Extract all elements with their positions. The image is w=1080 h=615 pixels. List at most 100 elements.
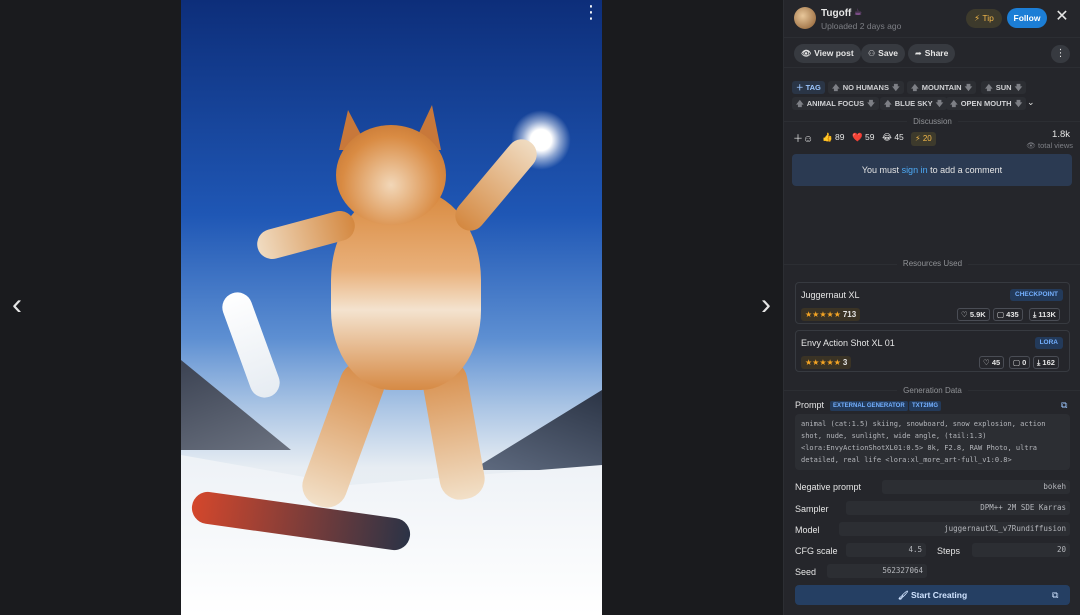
start-creating-label: Start Creating	[910, 590, 968, 600]
username[interactable]: Tugoff	[821, 8, 851, 19]
image-cat-head	[336, 125, 446, 225]
tag-label: open mouth	[960, 99, 1012, 108]
resource-type-badge: CHECKPOINT	[1010, 289, 1063, 301]
heart-outline-icon: ♡	[961, 310, 970, 319]
share-icon: ➦	[915, 49, 922, 58]
tag-item[interactable]: 🡅 blue sky 🡇	[880, 97, 948, 110]
upload-time: Uploaded 2 days ago	[821, 21, 902, 31]
downloads-stat: ⤓ 113K	[1029, 308, 1060, 321]
tag-item[interactable]: 🡅 mountain 🡇	[907, 81, 977, 94]
prompt-text[interactable]: animal (cat:1.5) skiing, snowboard, snow…	[795, 414, 1070, 470]
image-cat-tail	[218, 288, 284, 402]
comments-stat: ▢ 435	[993, 308, 1023, 321]
tag-label: sun	[995, 83, 1012, 92]
upvote-icon[interactable]: 🡅	[985, 83, 993, 92]
likes-stat: ♡ 5.9K	[957, 308, 990, 321]
signin-pre-text: You must	[861, 165, 902, 175]
share-button[interactable]: ➦ Share	[908, 44, 956, 63]
next-image-icon[interactable]: ›	[754, 290, 778, 320]
comment-icon: ▢	[1013, 358, 1023, 367]
downloads-stat: ⤓ 162	[1033, 356, 1059, 369]
close-icon[interactable]: ✕	[1054, 7, 1070, 27]
add-tag-button[interactable]: ＋ TAG	[792, 81, 825, 94]
tag-item[interactable]: 🡅 animal focus 🡇	[792, 97, 879, 110]
image-cat-arm-right	[449, 133, 543, 237]
more-options-icon[interactable]: ⋮	[1051, 45, 1070, 63]
star-icons: ★★★★★	[805, 358, 841, 367]
generation-heading: Generation Data	[784, 386, 1080, 395]
resource-card[interactable]: Juggernaut XL CHECKPOINT ★★★★★ 713 ♡ 5.9K…	[795, 282, 1070, 324]
downvote-icon[interactable]: 🡇	[1015, 99, 1023, 108]
reaction-laugh[interactable]: 😂 45	[882, 132, 904, 143]
sign-in-link[interactable]: sign in	[902, 165, 928, 175]
app-root: ⋮ ‹ › Tugoff ☕ Uploaded 2 days ago ⚡ Tip…	[0, 0, 1080, 615]
image-menu-icon[interactable]: ⋮	[582, 3, 600, 21]
steps-value: 20	[972, 543, 1070, 557]
reaction-heart[interactable]: ❤️ 59	[852, 132, 874, 143]
eye-icon: 👁	[801, 49, 812, 58]
eye-icon: 👁	[1026, 141, 1038, 150]
upvote-icon[interactable]: 🡅	[950, 99, 958, 108]
upvote-icon[interactable]: 🡅	[796, 99, 804, 108]
detail-panel: Tugoff ☕ Uploaded 2 days ago ⚡ Tip Follo…	[783, 0, 1080, 615]
avatar[interactable]	[794, 7, 816, 29]
steps-label: Steps	[937, 546, 961, 556]
plus-icon: ＋	[796, 83, 806, 92]
tag-label: animal focus	[806, 99, 865, 108]
seed-value: 562327064	[827, 564, 927, 578]
add-tag-label: TAG	[805, 83, 821, 92]
signin-post-text: to add a comment	[927, 165, 1003, 175]
sampler-label: Sampler	[795, 504, 829, 514]
resources-label: Resources Used	[896, 259, 969, 268]
external-generator-badge: EXTERNAL GENERATOR	[830, 401, 908, 411]
resource-name[interactable]: Juggernaut XL	[801, 290, 860, 300]
comments-count: 0	[1022, 358, 1027, 367]
resource-type-badge: LORA	[1034, 337, 1063, 349]
start-creating-button[interactable]: 🖌 Start Creating	[795, 585, 1070, 605]
save-button[interactable]: ⚇ Save	[861, 44, 906, 63]
downvote-icon[interactable]: 🡇	[965, 83, 973, 92]
upvote-icon[interactable]: 🡅	[832, 83, 840, 92]
reaction-like[interactable]: 👍 89	[822, 132, 844, 143]
laugh-icon: 😂	[882, 132, 892, 142]
txt2img-badge: TXT2IMG	[909, 401, 942, 411]
upvote-icon[interactable]: 🡅	[884, 99, 892, 108]
copy-icon[interactable]: ⧉	[1061, 400, 1067, 411]
view-post-label: View post	[814, 48, 854, 58]
share-label: Share	[924, 48, 949, 58]
tip-button[interactable]: ⚡ Tip	[966, 9, 1002, 28]
action-bar: 👁 View post ⚇ Save ➦ Share ⋮	[784, 38, 1080, 68]
model-label: Model	[795, 525, 820, 535]
rating-stars: ★★★★★ 713	[801, 308, 861, 321]
downvote-icon[interactable]: 🡇	[1015, 83, 1023, 92]
bookmark-icon: ⚇	[868, 49, 876, 58]
rating-count: 3	[842, 358, 848, 367]
cfg-scale-label: CFG scale	[795, 546, 838, 556]
downvote-icon[interactable]: 🡇	[936, 99, 944, 108]
resource-card[interactable]: Envy Action Shot XL 01 LORA ★★★★★ 3 ♡ 45 …	[795, 330, 1070, 372]
follow-button[interactable]: Follow	[1007, 8, 1047, 28]
tag-item[interactable]: 🡅 sun 🡇	[981, 81, 1027, 94]
upvote-icon[interactable]: 🡅	[911, 83, 919, 92]
negative-prompt-value: bokeh	[882, 480, 1070, 494]
negative-prompt-label: Negative prompt	[795, 482, 862, 492]
buzz-tip-count[interactable]: ⚡ 20	[911, 132, 936, 146]
rating-count: 713	[842, 310, 857, 319]
tag-item[interactable]: 🡅 no humans 🡇	[828, 81, 904, 94]
cfg-scale-value: 4.5	[846, 543, 926, 557]
add-reaction-icon[interactable]: ＋☺	[793, 130, 813, 145]
comment-signin-notice: You must sign in to add a comment	[792, 154, 1072, 186]
view-post-button[interactable]: 👁 View post	[794, 44, 861, 63]
resource-name[interactable]: Envy Action Shot XL 01	[801, 338, 895, 348]
generated-image	[181, 0, 602, 615]
tag-item[interactable]: 🡅 open mouth 🡇	[946, 97, 1027, 110]
user-badge-icon: ☕	[854, 7, 863, 17]
copy-icon[interactable]: ⧉	[1052, 590, 1058, 601]
reaction-count: 45	[894, 132, 904, 142]
downloads-count: 113K	[1038, 310, 1056, 319]
downvote-icon[interactable]: 🡇	[867, 99, 875, 108]
views-label-text: total views	[1037, 141, 1073, 150]
downvote-icon[interactable]: 🡇	[892, 83, 900, 92]
previous-image-icon[interactable]: ‹	[5, 290, 29, 320]
chevron-down-icon[interactable]: ⌄	[1027, 97, 1035, 108]
